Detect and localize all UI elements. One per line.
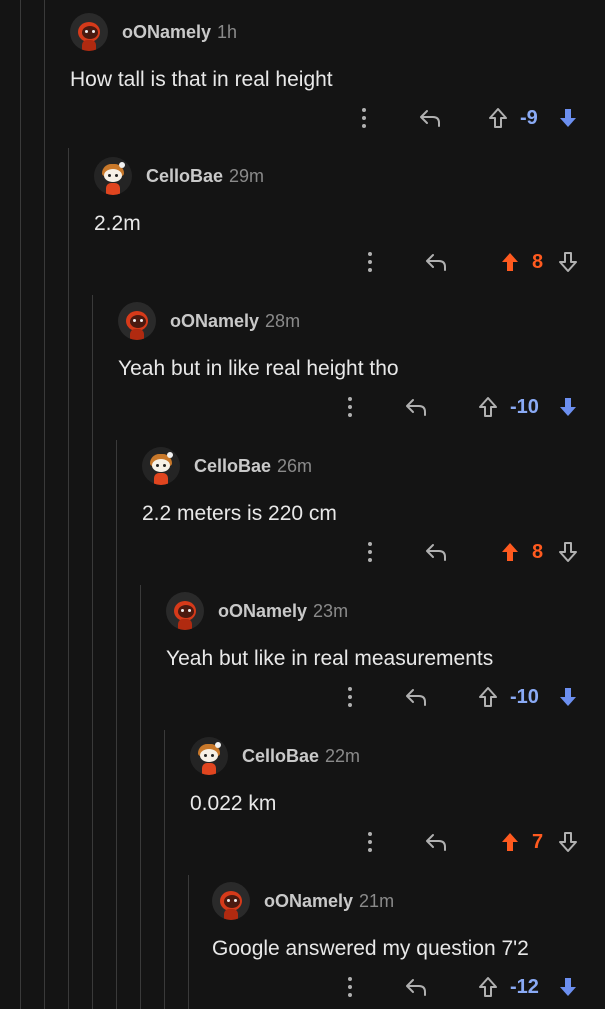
timestamp: 29m (229, 165, 265, 186)
timestamp: 28m (265, 310, 301, 331)
timestamp: 23m (313, 600, 349, 621)
comment-header: oONamely 23m (166, 591, 348, 631)
timestamp: 21m (359, 890, 395, 911)
more-options-icon[interactable] (356, 828, 384, 856)
comment-text: 2.2m (94, 212, 141, 235)
comment: oONamely 28m Yeah but in like real heigh… (118, 301, 605, 435)
downvote-icon[interactable] (556, 683, 580, 711)
vote-score: -10 (510, 395, 539, 418)
comment-header: CelloBae 22m (190, 736, 360, 776)
comment-text: 2.2 meters is 220 cm (142, 502, 337, 525)
vote-score: 8 (532, 250, 544, 273)
upvote-icon[interactable] (498, 248, 522, 276)
username[interactable]: oONamely (170, 311, 259, 332)
more-options-icon[interactable] (356, 538, 384, 566)
comment-text: Yeah but like in real measurements (166, 647, 494, 670)
timestamp: 26m (277, 455, 313, 476)
avatar[interactable] (212, 882, 250, 920)
timestamp: 1h (217, 21, 238, 42)
username[interactable]: CelloBae (194, 456, 271, 477)
username[interactable]: oONamely (218, 601, 307, 622)
timestamp: 22m (325, 745, 361, 766)
upvote-icon[interactable] (476, 683, 500, 711)
vote-score: 7 (532, 830, 544, 853)
comment: CelloBae 26m 2.2 meters is 220 cm 8 (142, 446, 605, 580)
username[interactable]: CelloBae (146, 166, 223, 187)
upvote-icon[interactable] (498, 538, 522, 566)
reply-icon[interactable] (402, 393, 430, 421)
more-options-icon[interactable] (350, 104, 378, 132)
vote-score: -10 (510, 685, 539, 708)
comment-text: How tall is that in real height (70, 68, 333, 91)
upvote-icon[interactable] (486, 104, 510, 132)
comment-text: 0.022 km (190, 792, 277, 815)
vote-score: 8 (532, 540, 544, 563)
thread-line (188, 875, 189, 1009)
reply-icon[interactable] (402, 973, 430, 1001)
avatar[interactable] (142, 447, 180, 485)
avatar[interactable] (94, 157, 132, 195)
comment: CelloBae 29m 2.2m 8 (94, 156, 605, 290)
avatar[interactable] (190, 737, 228, 775)
upvote-icon[interactable] (498, 828, 522, 856)
username[interactable]: oONamely (122, 22, 211, 43)
comment-header: oONamely 1h (70, 12, 237, 52)
upvote-icon[interactable] (476, 393, 500, 421)
avatar[interactable] (118, 302, 156, 340)
comment: CelloBae 22m 0.022 km 7 (190, 736, 605, 870)
comment-text: Yeah but in like real height tho (118, 357, 399, 380)
avatar[interactable] (166, 592, 204, 630)
downvote-icon[interactable] (556, 828, 580, 856)
username[interactable]: CelloBae (242, 746, 319, 767)
more-options-icon[interactable] (336, 683, 364, 711)
upvote-icon[interactable] (476, 973, 500, 1001)
thread-line (68, 148, 69, 1009)
thread-line (92, 295, 93, 1009)
comment: oONamely 21m Google answered my question… (212, 881, 605, 1009)
more-options-icon[interactable] (336, 973, 364, 1001)
reply-icon[interactable] (422, 828, 450, 856)
comment-header: oONamely 28m (118, 301, 300, 341)
reply-icon[interactable] (422, 538, 450, 566)
comment-header: CelloBae 29m (94, 156, 264, 196)
downvote-icon[interactable] (556, 393, 580, 421)
reply-icon[interactable] (402, 683, 430, 711)
thread-line (116, 440, 117, 1009)
avatar[interactable] (70, 13, 108, 51)
thread-line (20, 0, 21, 1009)
more-options-icon[interactable] (336, 393, 364, 421)
downvote-icon[interactable] (556, 538, 580, 566)
downvote-icon[interactable] (556, 973, 580, 1001)
comment: oONamely 23m Yeah but like in real measu… (166, 591, 605, 725)
reply-icon[interactable] (416, 104, 444, 132)
comment-header: oONamely 21m (212, 881, 394, 921)
downvote-icon[interactable] (556, 248, 580, 276)
more-options-icon[interactable] (356, 248, 384, 276)
comment: oONamely 1h How tall is that in real hei… (70, 12, 605, 146)
comment-text: Google answered my question 7'2 (212, 937, 529, 960)
vote-score: -12 (510, 975, 539, 998)
comment-header: CelloBae 26m (142, 446, 312, 486)
reply-icon[interactable] (422, 248, 450, 276)
thread-line (164, 730, 165, 1009)
username[interactable]: oONamely (264, 891, 353, 912)
thread-line (44, 0, 45, 1009)
downvote-icon[interactable] (556, 104, 580, 132)
thread-line (140, 585, 141, 1009)
vote-score: -9 (520, 106, 538, 129)
